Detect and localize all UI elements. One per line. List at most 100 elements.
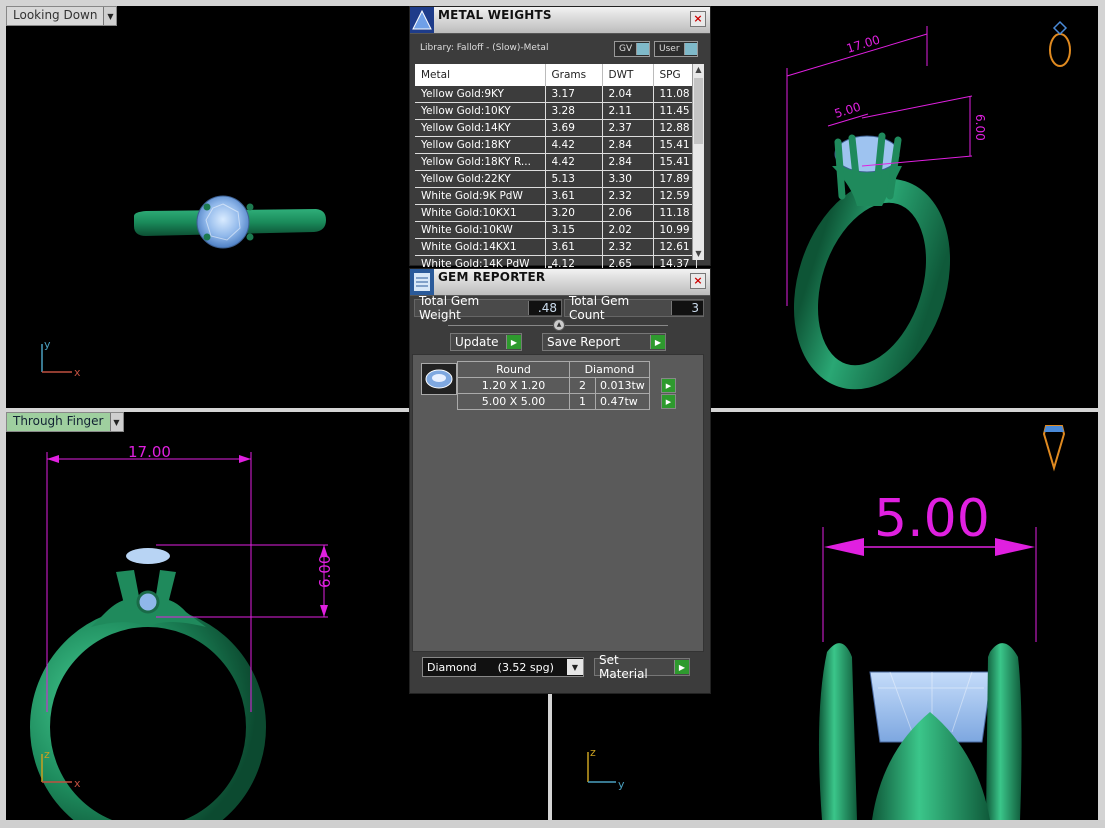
grams-value: 3.20 (545, 204, 603, 222)
axis-y-label: y (44, 338, 51, 351)
set-material-button-label: Set Material (599, 653, 648, 681)
gem-row[interactable]: 5.00 X 5.00 1 0.47tw (457, 393, 650, 410)
metal-weights-titlebar[interactable]: METAL WEIGHTS × (410, 7, 710, 34)
gem-size: 1.20 X 1.20 (457, 377, 570, 394)
column-header[interactable]: Grams (545, 64, 603, 86)
column-header[interactable]: Metal (415, 64, 546, 86)
dwt-value: 2.32 (602, 238, 654, 256)
gem-list-area: Round Diamond 1.20 X 1.20 2 0.013tw 5.00… (412, 354, 704, 652)
metal-weights-panel[interactable]: METAL WEIGHTS × Library: Falloff - (Slow… (409, 6, 711, 273)
dwt-value: 2.37 (602, 119, 654, 137)
gem-row-go-icon[interactable]: ▶ (661, 378, 676, 393)
scroll-down-icon[interactable]: ▼ (693, 248, 704, 260)
gem-count: 2 (569, 377, 596, 394)
set-material-button[interactable]: Set Material ▶ (594, 653, 690, 681)
save-report-button[interactable]: Save Report ▶ (542, 333, 666, 351)
axis-x-label: x (74, 777, 81, 790)
table-row[interactable]: White Gold:14KX1 3.61 2.32 12.61 (415, 238, 697, 256)
column-header[interactable]: DWT (602, 64, 654, 86)
toggle-gv-label: GV (619, 44, 633, 54)
play-icon: ▶ (506, 335, 521, 349)
gem-row[interactable]: 1.20 X 1.20 2 0.013tw (457, 377, 650, 394)
dwt-value: 2.32 (602, 187, 654, 205)
column-header[interactable]: SPG (653, 64, 697, 86)
spg-value: 11.08 (653, 86, 697, 103)
table-row[interactable]: Yellow Gold:9KY 3.17 2.04 11.08 (415, 86, 697, 103)
chevron-down-icon[interactable]: ▼ (567, 659, 583, 675)
toggle-gv[interactable]: GV (614, 41, 651, 57)
table-row[interactable]: White Gold:10KX1 3.20 2.06 11.18 (415, 204, 697, 222)
metal-name: Yellow Gold:14KY (415, 119, 546, 137)
close-icon[interactable]: × (690, 11, 706, 27)
gem-reporter-panel[interactable]: GEM REPORTER × Total Gem Weight .48 Tota… (409, 268, 711, 694)
scroll-thumb[interactable] (694, 78, 703, 144)
dimension-length: 17.00 (845, 32, 882, 55)
gem-reporter-titlebar[interactable]: GEM REPORTER × (410, 269, 710, 296)
table-row[interactable]: White Gold:10KW 3.15 2.02 10.99 (415, 221, 697, 239)
spg-value: 17.89 (653, 170, 697, 188)
spg-value: 12.59 (653, 187, 697, 205)
dwt-value: 2.84 (602, 136, 654, 154)
gem-type-header: Diamond (569, 361, 650, 378)
table-scrollbar[interactable]: ▲ ▼ (692, 64, 704, 260)
gem-reporter-icon (410, 269, 434, 295)
spg-value: 12.88 (653, 119, 697, 137)
metal-name: Yellow Gold:18KY R... (415, 153, 546, 171)
metal-name: White Gold:10KW (415, 221, 546, 239)
grams-value: 3.69 (545, 119, 603, 137)
dwt-value: 3.30 (602, 170, 654, 188)
ring-icon (1049, 20, 1071, 67)
metal-name: Yellow Gold:22KY (415, 170, 546, 188)
dwt-value: 2.11 (602, 102, 654, 120)
close-icon[interactable]: × (690, 273, 706, 289)
material-select-value: Diamond (3.52 spg) (427, 660, 554, 674)
metal-weights-table: Metal Grams DWT SPG Yellow Gold:9KY 3.17 2… (415, 64, 697, 273)
spg-value: 15.41 (653, 153, 697, 171)
toggle-user[interactable]: User (654, 41, 698, 57)
spg-value: 11.45 (653, 102, 697, 120)
metal-name: White Gold:14KX1 (415, 238, 546, 256)
metal-weights-icon (410, 7, 434, 33)
metal-name: White Gold:9K PdW (415, 187, 546, 205)
metal-name: Yellow Gold:10KY (415, 102, 546, 120)
dwt-value: 2.04 (602, 86, 654, 103)
table-row[interactable]: Yellow Gold:18KY R... 4.42 2.84 15.41 (415, 153, 697, 171)
table-row[interactable]: Yellow Gold:18KY 4.42 2.84 15.41 (415, 136, 697, 154)
spg-value: 12.61 (653, 238, 697, 256)
dimension-length: 17.00 (128, 443, 171, 461)
table-header-row: Metal Grams DWT SPG (415, 64, 697, 86)
total-gem-count: Total Gem Count 3 (564, 294, 704, 322)
grams-value: 3.28 (545, 102, 603, 120)
axis-z-label: z (590, 746, 596, 759)
grams-value: 3.61 (545, 238, 603, 256)
total-gem-count-value: 3 (670, 301, 703, 315)
spg-value: 15.41 (653, 136, 697, 154)
update-button[interactable]: Update ▶ (450, 333, 522, 351)
library-label: Library: Falloff - (Slow)-Metal (420, 43, 549, 53)
axis-y-label: y (618, 778, 625, 791)
dimension-gem: 5.00 (833, 100, 863, 121)
dwt-value: 2.02 (602, 221, 654, 239)
table-row[interactable]: Yellow Gold:10KY 3.28 2.11 11.45 (415, 102, 697, 120)
grams-value: 3.17 (545, 86, 603, 103)
table-row[interactable]: Yellow Gold:14KY 3.69 2.37 12.88 (415, 119, 697, 137)
play-icon: ▶ (650, 335, 665, 349)
spg-value: 10.99 (653, 221, 697, 239)
material-select[interactable]: Diamond (3.52 spg) ▼ (422, 657, 584, 677)
table-row[interactable]: Yellow Gold:22KY 5.13 3.30 17.89 (415, 170, 697, 188)
gem-count: 1 (569, 393, 596, 410)
scroll-up-icon[interactable]: ▲ (693, 64, 704, 76)
table-row[interactable]: White Gold:9K PdW 3.61 2.32 12.59 (415, 187, 697, 205)
total-gem-count-label: Total Gem Count (569, 294, 630, 322)
gem-row-go-icon[interactable]: ▶ (661, 394, 676, 409)
toggle-user-label: User (659, 44, 680, 54)
update-button-label: Update (455, 335, 499, 349)
grams-value: 3.61 (545, 187, 603, 205)
grams-value: 4.42 (545, 153, 603, 171)
dimension-gem: 5.00 (874, 489, 990, 549)
toggle-knob (636, 43, 650, 55)
collapse-icon[interactable]: ▲ (553, 319, 565, 331)
gem-weight: 0.013tw (595, 377, 650, 394)
panel-title: METAL WEIGHTS (438, 8, 552, 22)
gem-size: 5.00 X 5.00 (457, 393, 570, 410)
